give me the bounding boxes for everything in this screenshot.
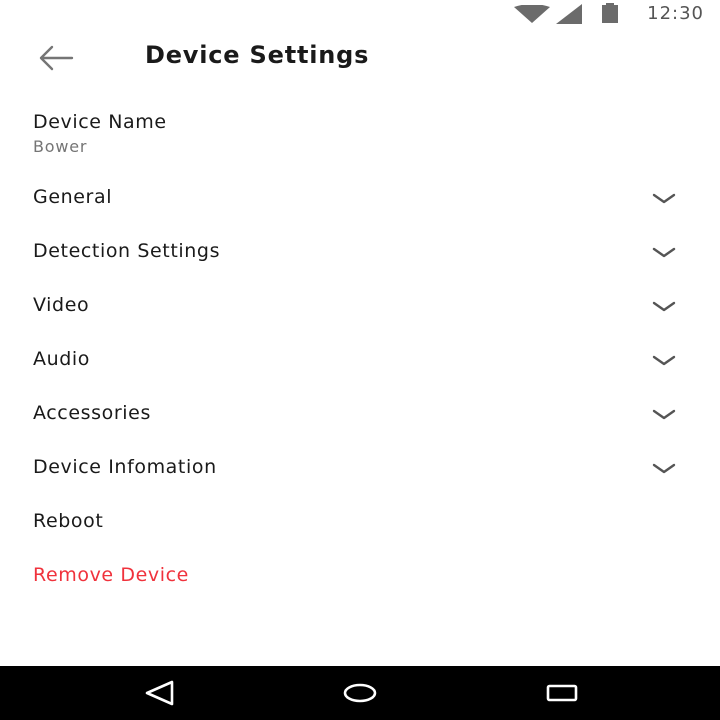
chevron-down-icon bbox=[652, 463, 676, 474]
menu-item-device-information[interactable]: Device Infomation bbox=[0, 440, 720, 494]
menu-item-audio[interactable]: Audio bbox=[0, 332, 720, 386]
menu-item-label: Detection Settings bbox=[33, 240, 221, 262]
remove-device-button[interactable]: Remove Device bbox=[0, 548, 720, 602]
menu-item-video[interactable]: Video bbox=[0, 278, 720, 332]
system-nav-bar bbox=[0, 666, 720, 720]
nav-recents-button[interactable] bbox=[538, 675, 586, 711]
recents-square-icon bbox=[546, 684, 578, 702]
app-header: Device Settings bbox=[0, 32, 720, 84]
menu-item-label: Audio bbox=[33, 348, 91, 370]
wifi-icon bbox=[514, 5, 550, 23]
clock: 12:30 bbox=[647, 3, 704, 24]
device-name-value: Bower bbox=[33, 137, 88, 156]
status-bar: 12:30 bbox=[0, 0, 720, 28]
menu-item-detection-settings[interactable]: Detection Settings bbox=[0, 224, 720, 278]
nav-home-button[interactable] bbox=[336, 675, 384, 711]
menu-item-label: Accessories bbox=[33, 402, 151, 424]
arrow-left-icon bbox=[39, 45, 74, 71]
remove-device-label: Remove Device bbox=[33, 564, 189, 586]
menu-item-label: Video bbox=[33, 294, 90, 316]
page-title: Device Settings bbox=[145, 41, 370, 69]
chevron-down-icon bbox=[652, 247, 676, 258]
chevron-down-icon bbox=[652, 355, 676, 366]
reboot-label: Reboot bbox=[33, 510, 104, 532]
menu-item-general[interactable]: General bbox=[0, 170, 720, 224]
menu-item-label: General bbox=[33, 186, 113, 208]
menu-item-label: Device Infomation bbox=[33, 456, 217, 478]
reboot-button[interactable]: Reboot bbox=[0, 494, 720, 548]
chevron-down-icon bbox=[652, 409, 676, 420]
back-triangle-icon bbox=[145, 680, 174, 706]
device-name-item[interactable]: Device Name Bower bbox=[0, 100, 720, 160]
cellular-signal-icon bbox=[556, 4, 582, 24]
home-circle-icon bbox=[343, 683, 377, 703]
battery-icon bbox=[602, 3, 618, 23]
chevron-down-icon bbox=[652, 301, 676, 312]
menu-item-accessories[interactable]: Accessories bbox=[0, 386, 720, 440]
device-name-label: Device Name bbox=[33, 111, 167, 133]
nav-back-button[interactable] bbox=[136, 675, 184, 711]
chevron-down-icon bbox=[652, 193, 676, 204]
back-button[interactable] bbox=[32, 42, 80, 74]
